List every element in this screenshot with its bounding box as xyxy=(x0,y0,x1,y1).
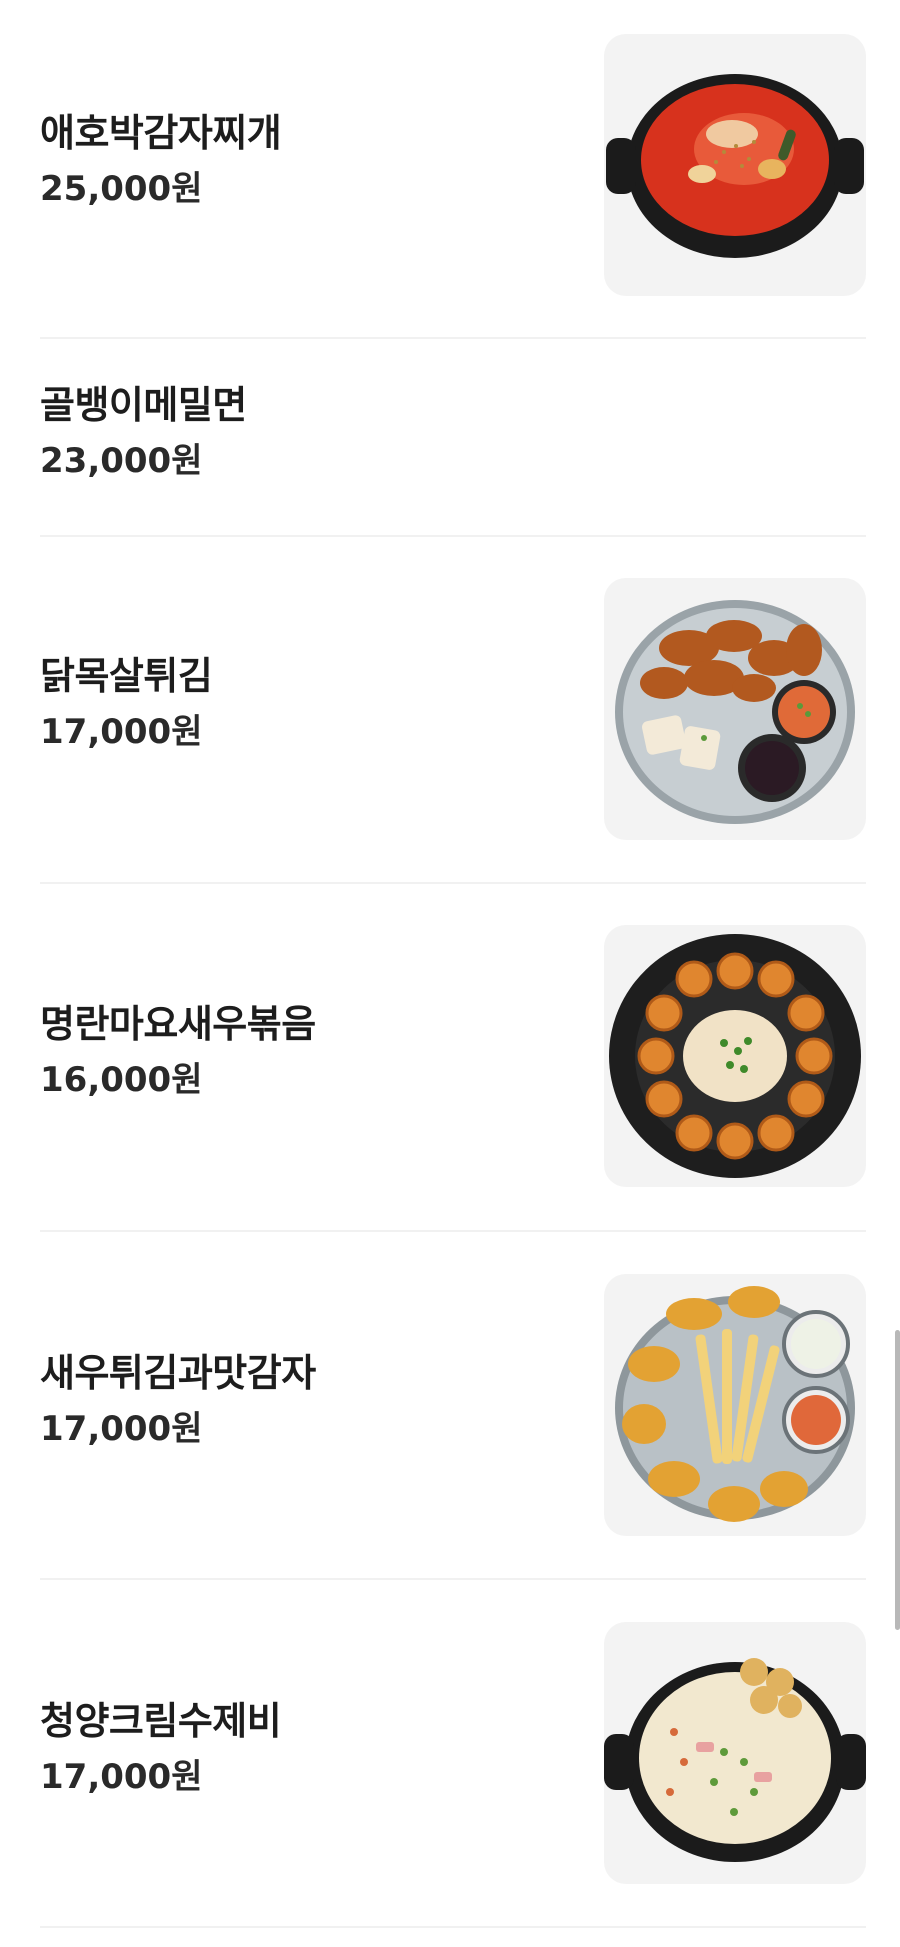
menu-item-price: 16,000원 xyxy=(40,1060,203,1100)
menu-item-price: 17,000원 xyxy=(40,1409,203,1449)
menu-item-image[interactable] xyxy=(604,925,866,1187)
menu-item-name: 골뱅이메밀면 xyxy=(40,383,247,427)
fried-shrimp-fries-plate-icon xyxy=(615,1286,855,1522)
menu-item-name: 닭목살튀김 xyxy=(40,654,213,698)
menu-item-price: 23,000원 xyxy=(40,441,203,481)
menu-item-price: 17,000원 xyxy=(40,1757,203,1797)
menu-item-info: 명란마요새우볶음 16,000원 xyxy=(40,1001,316,1101)
menu-item-info: 애호박감자찌개 25,000원 xyxy=(40,110,282,210)
menu-item-name: 청양크림수제비 xyxy=(40,1699,282,1743)
menu-item[interactable]: 청양크림수제비 17,000원 xyxy=(40,1580,866,1928)
cream-sujebi-pot-icon xyxy=(604,1658,866,1862)
menu-item-price: 17,000원 xyxy=(40,712,203,752)
kimchi-stew-pot-icon xyxy=(606,74,864,258)
menu-item-image[interactable] xyxy=(604,578,866,840)
menu-item-info: 골뱅이메밀면 23,000원 xyxy=(40,382,247,482)
scrollbar[interactable] xyxy=(895,1330,900,1630)
fried-chicken-plate-icon xyxy=(615,600,855,824)
menu-item-info: 새우튀김과맛감자 17,000원 xyxy=(40,1350,316,1450)
menu-list: 애호박감자찌개 25,000원 골뱅이메밀면 23,000원 닭목살튀김 17,… xyxy=(40,0,866,1928)
menu-item-price: 25,000원 xyxy=(40,169,203,209)
menu-item[interactable]: 닭목살튀김 17,000원 xyxy=(40,537,866,884)
menu-screen: 애호박감자찌개 25,000원 골뱅이메밀면 23,000원 닭목살튀김 17,… xyxy=(0,0,900,1947)
menu-item[interactable]: 애호박감자찌개 25,000원 xyxy=(40,0,866,339)
menu-item-info: 청양크림수제비 17,000원 xyxy=(40,1698,282,1798)
menu-item[interactable]: 골뱅이메밀면 23,000원 xyxy=(40,339,866,537)
shrimp-dark-plate-icon xyxy=(609,934,861,1178)
menu-item-image[interactable] xyxy=(604,34,866,296)
menu-item[interactable]: 새우튀김과맛감자 17,000원 xyxy=(40,1232,866,1580)
menu-item-image[interactable] xyxy=(604,1622,866,1884)
menu-item-name: 명란마요새우볶음 xyxy=(40,1002,316,1046)
menu-item[interactable]: 명란마요새우볶음 16,000원 xyxy=(40,884,866,1232)
menu-item-name: 새우튀김과맛감자 xyxy=(40,1351,316,1395)
menu-item-image[interactable] xyxy=(604,1274,866,1536)
menu-item-info: 닭목살튀김 17,000원 xyxy=(40,653,213,753)
menu-item-name: 애호박감자찌개 xyxy=(40,111,282,155)
